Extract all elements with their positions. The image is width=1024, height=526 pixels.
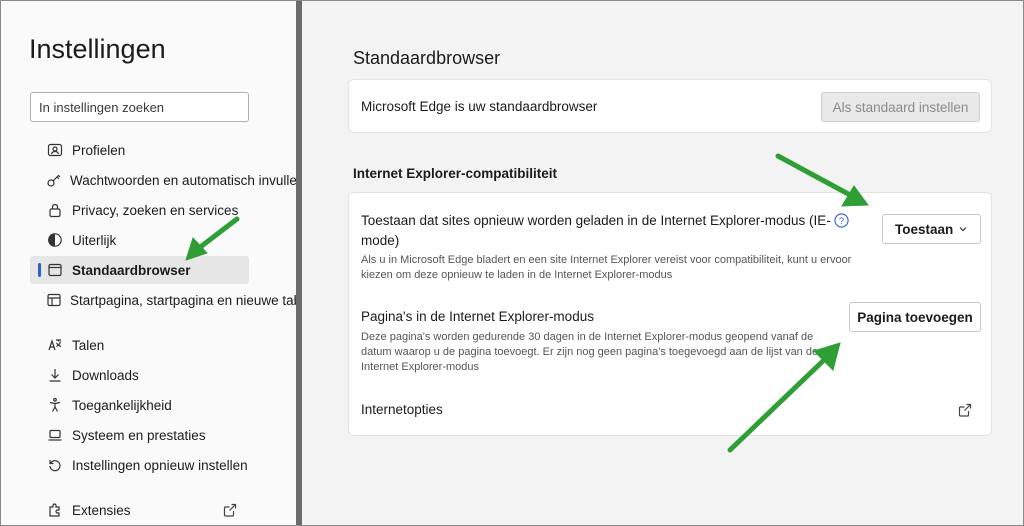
ie-reload-dropdown[interactable]: Toestaan bbox=[882, 214, 981, 244]
sidebar-item-downloads[interactable]: Downloads bbox=[30, 361, 296, 389]
search-input[interactable] bbox=[39, 99, 240, 115]
profile-icon bbox=[46, 141, 64, 159]
sidebar-item-label: Standaardbrowser bbox=[72, 262, 191, 278]
sidebar-item-label: Systeem en prestaties bbox=[72, 427, 206, 443]
browser-icon bbox=[46, 261, 64, 279]
key-icon bbox=[46, 171, 62, 189]
ie-compat-heading: Internet Explorer-compatibiliteit bbox=[353, 166, 558, 181]
sidebar-item-languages[interactable]: Talen bbox=[30, 331, 296, 359]
sidebar-item-label: Wachtwoorden en automatisch invullen bbox=[70, 172, 296, 188]
ie-reload-title: Toestaan dat sites opnieuw worden gelade… bbox=[361, 213, 831, 248]
sidebar-item-label: Uiterlijk bbox=[72, 232, 117, 248]
add-page-button[interactable]: Pagina toevoegen bbox=[849, 302, 981, 332]
lock-icon bbox=[46, 201, 64, 219]
sidebar-item-reset[interactable]: Instellingen opnieuw instellen bbox=[30, 451, 296, 479]
set-default-button[interactable]: Als standaard instellen bbox=[821, 92, 980, 122]
sidebar-item-label: Instellingen opnieuw instellen bbox=[72, 457, 248, 473]
ie-reload-description: Als u in Microsoft Edge bladert en een s… bbox=[361, 254, 852, 281]
sidebar-item-accessibility[interactable]: Toegankelijkheid bbox=[30, 391, 296, 419]
help-icon[interactable]: ? bbox=[834, 213, 849, 228]
extensions-icon bbox=[46, 501, 64, 519]
sidebar-item-system[interactable]: Systeem en prestaties bbox=[30, 421, 296, 449]
section-title: Standaardbrowser bbox=[353, 48, 501, 68]
download-icon bbox=[46, 366, 64, 384]
language-icon bbox=[46, 336, 64, 354]
sidebar-item-extensions[interactable]: Extensies bbox=[30, 496, 296, 524]
default-browser-card: Microsoft Edge is uw standaardbrowser Al… bbox=[348, 79, 992, 133]
laptop-icon bbox=[46, 426, 64, 444]
sidebar-item-privacy[interactable]: Privacy, zoeken en services bbox=[30, 196, 296, 224]
home-icon bbox=[46, 291, 62, 309]
chevron-down-icon bbox=[959, 227, 967, 232]
sidebar-item-start-page[interactable]: Startpagina, startpagina en nieuwe tabbl… bbox=[30, 286, 296, 314]
appearance-icon bbox=[46, 231, 64, 249]
search-box[interactable] bbox=[30, 92, 249, 122]
sidebar-item-label: Talen bbox=[72, 337, 105, 353]
sidebar-item-passwords[interactable]: Wachtwoorden en automatisch invullen bbox=[30, 166, 296, 194]
dropdown-value: Toestaan bbox=[895, 221, 954, 237]
sidebar-item-label: Startpagina, startpagina en nieuwe tabbl… bbox=[70, 292, 296, 308]
sidebar: Instellingen Profielen Wachtwoorden en a… bbox=[0, 0, 296, 526]
sidebar-item-label: Downloads bbox=[72, 367, 139, 383]
external-link-icon[interactable] bbox=[222, 502, 238, 518]
reset-icon bbox=[46, 456, 64, 474]
ie-pages-description: Deze pagina's worden gedurende 30 dagen … bbox=[361, 331, 819, 373]
accessibility-icon bbox=[46, 396, 64, 414]
default-browser-status: Microsoft Edge is uw standaardbrowser bbox=[361, 99, 598, 114]
sidebar-item-label: Toegankelijkheid bbox=[72, 397, 172, 413]
sidebar-item-default-browser[interactable]: Standaardbrowser bbox=[30, 256, 249, 284]
sidebar-item-label: Privacy, zoeken en services bbox=[72, 202, 239, 218]
sidebar-item-profiles[interactable]: Profielen bbox=[30, 136, 296, 164]
page-title: Instellingen bbox=[29, 34, 166, 64]
svg-text:?: ? bbox=[839, 216, 844, 226]
sidebar-item-label: Profielen bbox=[72, 142, 126, 158]
sidebar-item-appearance[interactable]: Uiterlijk bbox=[30, 226, 296, 254]
sidebar-item-label: Extensies bbox=[72, 502, 131, 518]
ie-pages-title: Pagina's in de Internet Explorer-modus bbox=[361, 309, 594, 324]
internet-options-link[interactable]: Internetopties bbox=[361, 400, 443, 420]
ie-compat-card: Toestaan dat sites opnieuw worden gelade… bbox=[348, 192, 992, 436]
external-link-icon[interactable] bbox=[957, 402, 973, 418]
